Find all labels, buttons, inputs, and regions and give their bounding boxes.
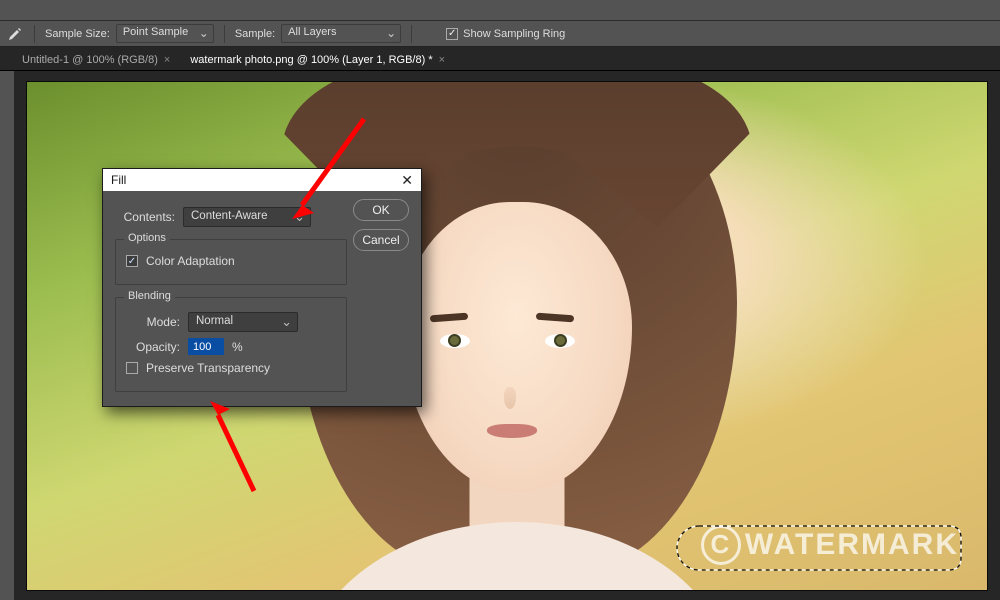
preserve-transparency-checkbox[interactable]: Preserve Transparency bbox=[126, 361, 336, 375]
contents-combo[interactable]: Content-Aware bbox=[183, 207, 311, 227]
workspace: C WATERMARK Fill ✕ OK Cancel bbox=[0, 71, 1000, 600]
opacity-label: Opacity: bbox=[126, 340, 180, 354]
tab-watermark-photo[interactable]: watermark photo.png @ 100% (Layer 1, RGB… bbox=[180, 50, 455, 70]
opacity-suffix: % bbox=[232, 340, 243, 354]
dialog-title: Fill bbox=[111, 173, 126, 187]
close-icon[interactable]: × bbox=[164, 54, 170, 66]
tab-untitled[interactable]: Untitled-1 @ 100% (RGB/8)× bbox=[12, 50, 180, 70]
blending-legend: Blending bbox=[124, 290, 175, 302]
show-sampling-ring-checkbox[interactable]: ✓ Show Sampling Ring bbox=[446, 28, 565, 40]
selection-marquee bbox=[661, 520, 971, 576]
sample-size-combo[interactable]: Point Sample bbox=[116, 24, 214, 43]
sample-label: Sample: bbox=[235, 28, 275, 40]
opacity-input[interactable] bbox=[188, 338, 224, 355]
photo-lips bbox=[487, 424, 537, 438]
close-icon[interactable]: ✕ bbox=[401, 172, 413, 189]
photo-eye bbox=[440, 334, 470, 348]
mode-combo[interactable]: Normal bbox=[188, 312, 298, 332]
canvas-area[interactable]: C WATERMARK Fill ✕ OK Cancel bbox=[14, 71, 1000, 600]
options-bar: Sample Size: Point Sample Sample: All La… bbox=[0, 20, 1000, 47]
options-legend: Options bbox=[124, 232, 170, 244]
photo-nose bbox=[504, 387, 516, 409]
photo-eye bbox=[545, 334, 575, 348]
fill-dialog: Fill ✕ OK Cancel Contents: Content-Aware… bbox=[102, 168, 422, 407]
sample-combo[interactable]: All Layers bbox=[281, 24, 401, 43]
close-icon[interactable]: × bbox=[439, 54, 445, 66]
document-tabs: Untitled-1 @ 100% (RGB/8)× watermark pho… bbox=[0, 47, 1000, 71]
sample-size-label: Sample Size: bbox=[45, 28, 110, 40]
color-adaptation-label: Color Adaptation bbox=[146, 254, 235, 268]
preserve-transparency-label: Preserve Transparency bbox=[146, 361, 270, 375]
ok-button[interactable]: OK bbox=[353, 199, 409, 221]
mode-label: Mode: bbox=[126, 315, 180, 329]
tool-rail[interactable] bbox=[0, 71, 14, 600]
menu-bar bbox=[0, 0, 1000, 20]
contents-label: Contents: bbox=[115, 210, 175, 224]
eyedropper-tool-icon[interactable] bbox=[6, 25, 24, 43]
cancel-button[interactable]: Cancel bbox=[353, 229, 409, 251]
color-adaptation-checkbox[interactable]: ✓ Color Adaptation bbox=[126, 254, 336, 268]
show-sampling-ring-label: Show Sampling Ring bbox=[463, 28, 565, 40]
dialog-titlebar[interactable]: Fill ✕ bbox=[103, 169, 421, 191]
